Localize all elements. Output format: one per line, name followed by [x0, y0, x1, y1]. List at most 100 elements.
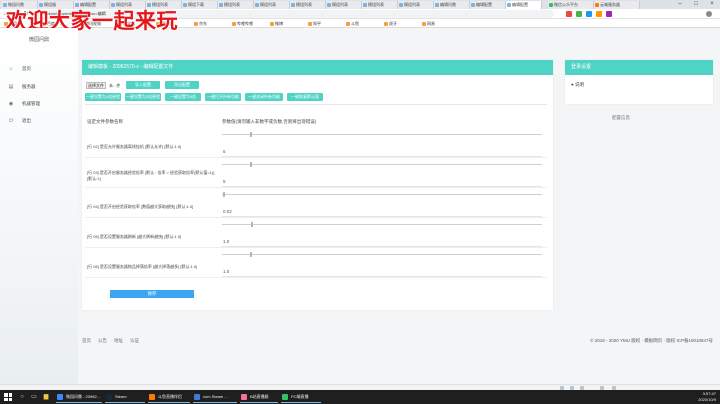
value-slider[interactable] — [222, 132, 542, 137]
windows-start-icon[interactable] — [4, 393, 12, 401]
tab-label: 模组下载 — [188, 2, 204, 7]
value-slider[interactable] — [222, 162, 542, 167]
minimize-icon[interactable]: – — [672, 0, 688, 9]
search-icon[interactable]: ○ — [18, 393, 26, 401]
browser-tab[interactable]: 模组列表 — [254, 1, 290, 9]
browser-tab[interactable]: 模组列表 — [326, 1, 362, 9]
taskbar-clock[interactable]: 3:57:47 2020/10/9 — [698, 391, 716, 403]
extension-icon[interactable] — [606, 11, 612, 17]
bookmark-item[interactable]: 虎牙 — [384, 19, 397, 28]
login-settings-card: 登录设置 ● 说明 — [565, 60, 713, 104]
bookmark-icon — [194, 22, 198, 26]
value-slider[interactable] — [222, 192, 542, 197]
config-row-label: [行 03] 是否开启服务器经验倍率 [默认 : 倍率 = 经验获取倍率(默认值… — [87, 170, 215, 181]
bookmark-item[interactable]: 知乎 — [308, 19, 321, 28]
bookmark-icon — [270, 22, 274, 26]
config-value-input[interactable]: 5 — [223, 149, 226, 154]
value-slider[interactable] — [222, 222, 542, 227]
footer-link-home[interactable]: 首页 — [82, 338, 91, 344]
tab-label: 编辑配置 — [476, 2, 492, 7]
browser-tab[interactable]: 微信公众平台 — [548, 1, 594, 9]
browser-tab[interactable]: 编辑问鼎 — [434, 1, 470, 9]
import-config-button[interactable]: 导入配置 — [126, 81, 160, 89]
taskbar-app[interactable]: PC端直播 — [281, 391, 321, 403]
slider-thumb[interactable] — [222, 192, 225, 197]
taskbar-app[interactable]: com Steam ... — [193, 391, 237, 403]
extension-icon[interactable] — [586, 11, 592, 17]
config-row-label: [行 05] 是否设置服务器刷新 [越大刷新越快] [默认:1.0] — [87, 234, 182, 239]
maximize-icon[interactable]: □ — [688, 0, 704, 9]
browser-tab[interactable]: 编辑配置 — [506, 1, 542, 9]
choose-file-button[interactable]: 选择文件 — [86, 82, 106, 89]
sidebar-item-home[interactable]: ⌂ 首页 — [0, 64, 78, 74]
profile-avatar[interactable] — [706, 11, 712, 17]
config-row: [行 06] 是否设置服务器物品掉落倍率 [越大掉落越多] [默认:1.0] 1… — [85, 248, 547, 278]
favicon-icon — [219, 3, 223, 7]
bookmark-item[interactable]: 哔哩哔哩 — [232, 19, 253, 28]
sidebar: 微园问鼎 ⌂ 首页 ▤ 服务器 ◉ 机器管理 ⏻ 退出 — [0, 28, 78, 384]
slider-thumb[interactable] — [251, 222, 254, 227]
bookmark-icon — [346, 22, 350, 26]
footer-link-address[interactable]: 地址 — [114, 338, 123, 344]
footer-link-notice[interactable]: 公告 — [98, 338, 107, 344]
quick-reset-button[interactable]: 一键恢复默认值 — [287, 93, 323, 101]
footer-link-auth[interactable]: 认证 — [130, 338, 139, 344]
taskbar-app[interactable]: Steam — [105, 391, 145, 403]
close-icon[interactable]: × — [704, 0, 720, 9]
taskbar-app-label: 斗鱼直播伴侣 — [158, 394, 182, 399]
export-config-button[interactable]: 导出配置 — [165, 81, 199, 89]
sidebar-item-server[interactable]: ▤ 服务器 — [0, 82, 78, 92]
save-button[interactable]: 保存 — [110, 290, 194, 298]
bookmark-icon — [422, 22, 426, 26]
bookmark-icon — [232, 22, 236, 26]
bookmark-item[interactable]: 京东 — [194, 19, 207, 28]
quick-set-2x-button[interactable]: 一键设置为2倍经验 — [125, 93, 161, 101]
quick-disable-all-button[interactable]: 一键关闭所有功能 — [245, 93, 283, 101]
value-slider[interactable] — [222, 252, 542, 257]
slider-thumb[interactable] — [249, 132, 252, 137]
quick-set-1x-button[interactable]: 一键设置为1倍经验 — [85, 93, 121, 101]
home-icon: ⌂ — [9, 66, 13, 72]
config-row-label: [行 04] 是否开启经验获取倍率 [数值越大获取越快] [默认:1.0] — [87, 204, 194, 209]
browser-tab[interactable]: 云端服务器 — [594, 1, 640, 9]
slider-thumb[interactable] — [249, 162, 252, 167]
bookmark-label: 网易 — [427, 21, 435, 26]
extension-icon[interactable] — [596, 11, 602, 17]
sidebar-item-logout[interactable]: ⏻ 退出 — [0, 116, 78, 126]
taskbar-app[interactable]: 斗鱼直播伴侣 — [148, 391, 190, 403]
sidebar-item-robot[interactable]: ◉ 机器管理 — [0, 99, 78, 109]
browser-tab[interactable]: 模组列表 — [218, 1, 254, 9]
extension-icon[interactable] — [576, 11, 582, 17]
config-row-label: [行 02] 是否允许服务器离线挂机 [默认允许] [默认:1.0] — [87, 144, 182, 149]
quick-set-5x-button[interactable]: 一键设置为5倍 — [165, 93, 201, 101]
extension-icon[interactable] — [566, 11, 572, 17]
browser-tab[interactable]: 模组列表 — [398, 1, 434, 9]
task-view-icon[interactable]: ▭ — [30, 393, 38, 401]
taskbar-app[interactable]: B站直播姬 — [240, 391, 278, 403]
browser-tab[interactable]: 编辑配置 — [470, 1, 506, 9]
bookmark-item[interactable]: 斗鱼 — [346, 19, 359, 28]
config-row: [行 02] 是否允许服务器离线挂机 [默认允许] [默认:1.0] 5 — [85, 128, 547, 158]
config-value-input[interactable]: 0.02 — [223, 209, 232, 214]
card-title: 登录设置 — [565, 60, 713, 75]
divider — [222, 156, 542, 157]
slider-thumb[interactable] — [249, 252, 252, 257]
browser-tab[interactable]: 模组下载 — [182, 1, 218, 9]
bookmark-label: 斗鱼 — [351, 21, 359, 26]
help-link[interactable]: ● 说明 — [571, 82, 584, 88]
config-row: [行 04] 是否开启经验获取倍率 [数值越大获取越快] [默认:1.0] 0.… — [85, 188, 547, 218]
config-value-input[interactable]: 1.0 — [223, 269, 229, 274]
favicon-icon — [435, 3, 439, 7]
server-icon: ▤ — [8, 84, 14, 90]
taskbar-app[interactable]: 微园问鼎 - 20982... — [56, 391, 102, 403]
file-explorer-icon[interactable]: ▆ — [42, 393, 50, 401]
windows-taskbar: ○ ▭ ▆ 微园问鼎 - 20982... Steam 斗鱼直播伴侣 com Stea… — [0, 390, 720, 404]
browser-tab[interactable]: 模组列表 — [362, 1, 398, 9]
quick-enable-all-button[interactable]: 一键打开所有功能 — [205, 93, 241, 101]
bookmark-item[interactable]: 网易 — [422, 19, 435, 28]
config-value-input[interactable]: 5 — [223, 179, 226, 184]
browser-tab[interactable]: 模组列表 — [290, 1, 326, 9]
app-icon — [57, 394, 63, 400]
bookmark-item[interactable]: 微博 — [270, 19, 283, 28]
config-value-input[interactable]: 1.0 — [223, 239, 229, 244]
